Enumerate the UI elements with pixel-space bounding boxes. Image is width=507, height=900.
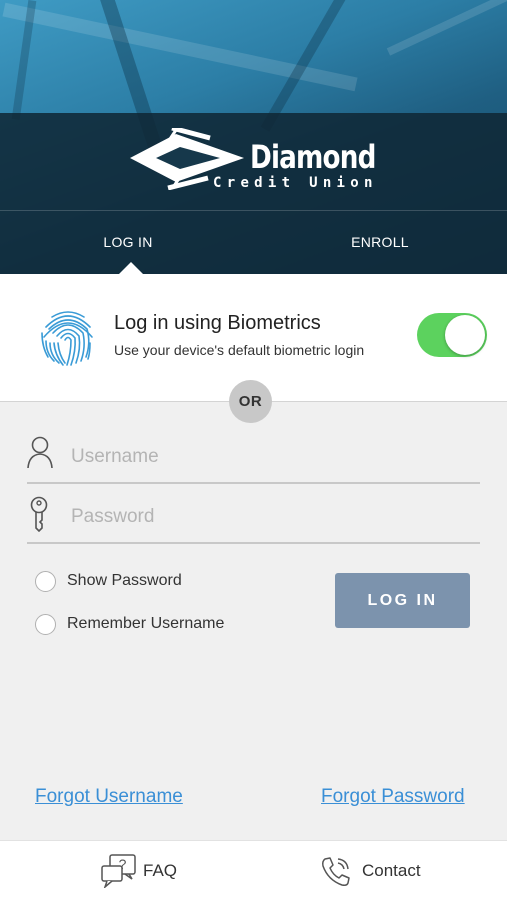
username-field bbox=[27, 426, 480, 484]
tab-divider bbox=[0, 210, 507, 211]
remember-username-radio[interactable] bbox=[35, 613, 56, 635]
brand-name: Diamond bbox=[250, 138, 376, 176]
user-icon bbox=[27, 436, 53, 469]
phone-icon bbox=[322, 857, 350, 886]
key-icon bbox=[30, 496, 48, 532]
background-beam bbox=[386, 0, 507, 56]
remember-username-checkbox[interactable]: Remember Username bbox=[35, 612, 224, 636]
show-password-radio[interactable] bbox=[35, 570, 56, 592]
forgot-password-link[interactable]: Forgot Password bbox=[321, 786, 465, 808]
biometrics-title: Log in using Biometrics bbox=[114, 312, 321, 334]
background-beam bbox=[2, 2, 358, 92]
log-in-button[interactable]: LOG IN bbox=[335, 573, 470, 628]
show-password-label: Show Password bbox=[67, 572, 182, 589]
tab-log-in[interactable]: LOG IN bbox=[60, 228, 196, 256]
tab-enroll[interactable]: ENROLL bbox=[312, 228, 448, 256]
faq-chat-icon: ? bbox=[101, 854, 136, 888]
biometrics-toggle[interactable] bbox=[417, 313, 487, 357]
password-field bbox=[27, 486, 480, 544]
toggle-knob bbox=[445, 315, 485, 355]
faq-label: FAQ bbox=[143, 861, 178, 880]
footer-bar: ? FAQ Contact bbox=[0, 840, 507, 900]
username-input[interactable] bbox=[71, 442, 471, 472]
active-tab-indicator bbox=[119, 262, 143, 274]
show-password-checkbox[interactable]: Show Password bbox=[35, 569, 182, 593]
header-banner: Diamond Credit Union LOG IN ENROLL bbox=[0, 0, 507, 274]
remember-username-label: Remember Username bbox=[67, 615, 225, 632]
forgot-username-link[interactable]: Forgot Username bbox=[35, 786, 183, 808]
or-divider-badge: OR bbox=[229, 380, 272, 423]
faq-button[interactable]: ? FAQ bbox=[101, 841, 177, 900]
biometrics-subtitle: Use your device's default biometric logi… bbox=[114, 342, 365, 358]
brand-logo: Diamond Credit Union bbox=[128, 128, 384, 194]
fingerprint-icon bbox=[41, 311, 93, 366]
password-input[interactable] bbox=[71, 502, 471, 532]
brand-tagline: Credit Union bbox=[213, 175, 378, 191]
contact-label: Contact bbox=[362, 861, 421, 880]
contact-button[interactable]: Contact bbox=[320, 841, 421, 900]
